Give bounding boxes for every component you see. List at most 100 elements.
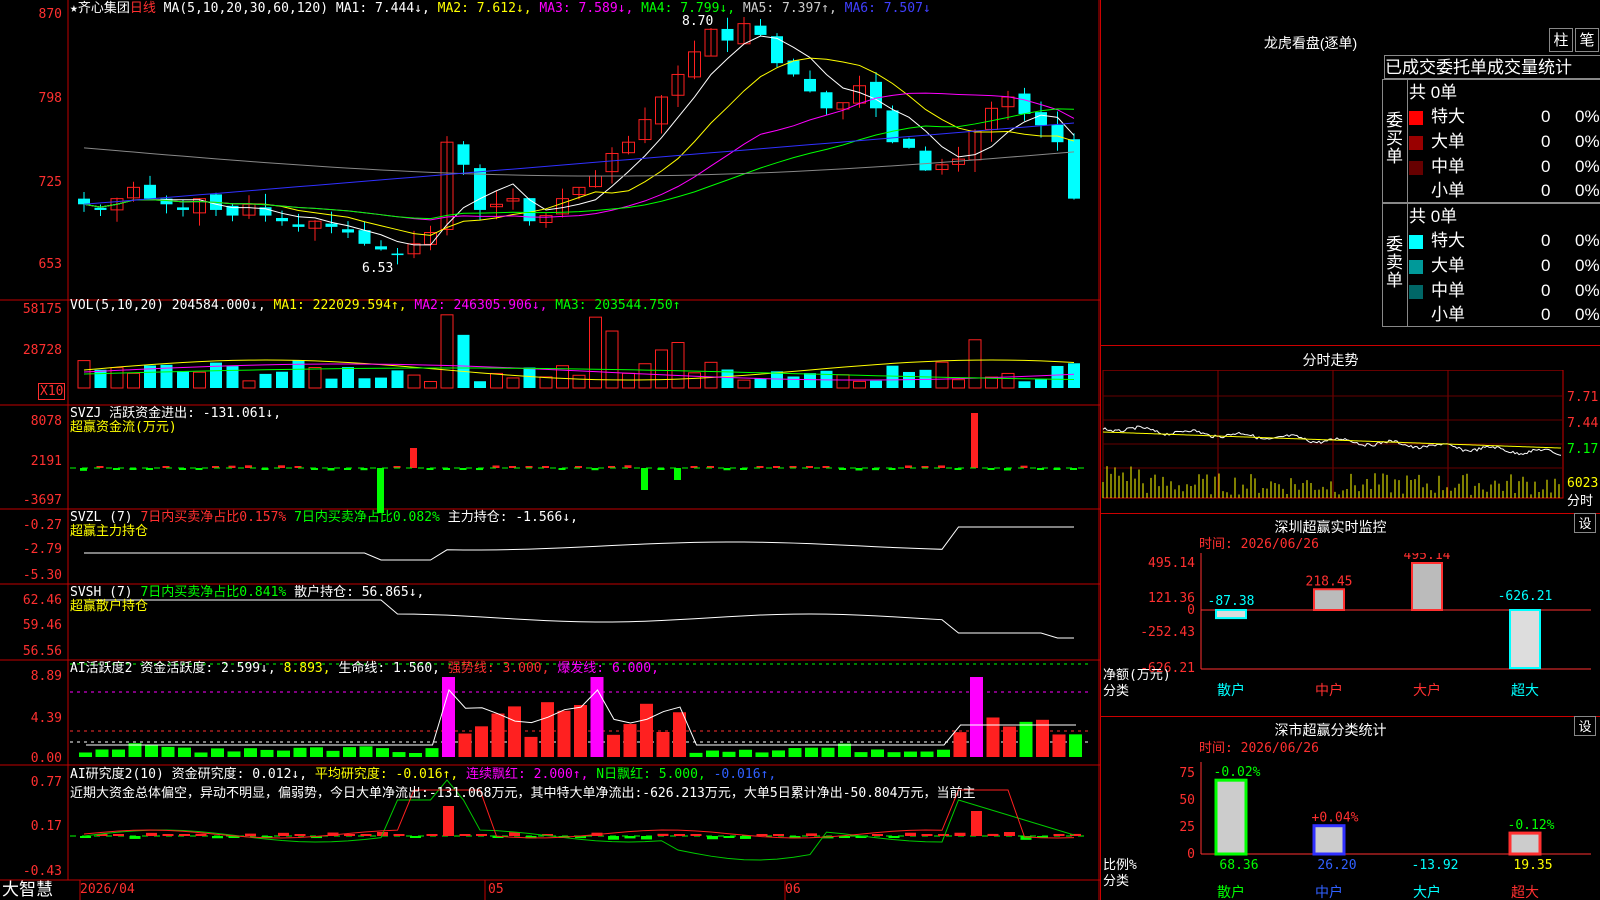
research-bar xyxy=(129,836,141,839)
activity-bar xyxy=(425,748,439,757)
candle-down xyxy=(820,92,833,109)
svzl-item3: 主力持仓: -1.566↓, xyxy=(447,510,578,525)
sz-tick-label: -252.43 xyxy=(1140,625,1195,640)
sz-settings-button[interactable]: 设 xyxy=(1574,513,1596,533)
main-header: ★齐心集团日线 MA(5,10,20,30,60,120) MA1: 7.444… xyxy=(70,1,931,16)
fs-price-line xyxy=(1102,425,1562,456)
row-name: 中单 xyxy=(1431,157,1465,176)
research-bar xyxy=(1004,832,1015,836)
activity-bar xyxy=(722,751,736,757)
activity-bar xyxy=(656,731,670,757)
candle-down xyxy=(919,150,932,171)
candle-down xyxy=(358,230,371,244)
brand-logo[interactable]: 大智慧 xyxy=(2,880,53,900)
row-name: 中单 xyxy=(1431,281,1465,300)
flow-bar xyxy=(327,468,335,471)
candle-down xyxy=(144,184,156,199)
candle-down xyxy=(292,224,305,227)
research-bar xyxy=(740,836,751,839)
vol-bar-up xyxy=(1001,372,1015,389)
period-label[interactable]: 日线 xyxy=(130,1,156,16)
research-bar xyxy=(162,834,174,836)
row-name: 小单 xyxy=(1431,305,1465,324)
sell-total: 共 0单 xyxy=(1409,207,1458,226)
candle-down xyxy=(1035,112,1047,126)
activity-bar xyxy=(574,705,587,757)
row-pct: 0% xyxy=(1575,256,1600,275)
main-chart-canvas[interactable] xyxy=(0,0,1100,900)
price-tick-653: 653 xyxy=(38,257,62,272)
svzj-subtitle: 超赢资金流(万元) xyxy=(70,420,177,435)
activity-bar xyxy=(689,752,703,757)
sc-bar-value: 68.36 xyxy=(1219,858,1258,873)
vol-bar-up xyxy=(688,372,701,389)
row-count: 0 xyxy=(1541,107,1551,126)
vol-bar-down xyxy=(1018,381,1031,388)
vol-bar-up xyxy=(539,376,553,389)
activity-bar xyxy=(953,732,967,757)
divider xyxy=(1101,716,1600,717)
vol-bar-up xyxy=(704,361,718,389)
sz-y-label: 净额(万元) xyxy=(1103,668,1171,683)
sell-row-s: 小单 0 0% xyxy=(1409,302,1600,327)
activity-bar xyxy=(343,747,356,757)
sc-settings-button[interactable]: 设 xyxy=(1574,716,1596,736)
activity-bar xyxy=(970,677,983,757)
vol-bar-down xyxy=(391,370,404,388)
flow-bar xyxy=(641,468,648,490)
activity-bar xyxy=(508,706,521,757)
svzl-item2: 7日内买卖净占比0.082% xyxy=(294,510,440,525)
sc-category: 中户 xyxy=(1315,884,1343,900)
color-swatch xyxy=(1409,234,1423,249)
lhb-title: 龙虎看盘(逐单) xyxy=(1263,35,1358,51)
vol-bar-up xyxy=(853,380,866,389)
ai2-tick-mid: 0.17 xyxy=(30,819,62,834)
buy-row-l: 大单 0 0% xyxy=(1409,129,1600,154)
sell-group-label-cell: 委卖单 xyxy=(1383,204,1408,326)
color-swatch xyxy=(1409,160,1423,175)
stock-name[interactable]: ★齐心集团 xyxy=(70,1,130,16)
research-bar xyxy=(344,834,355,836)
date-label-apr: 2026/04 xyxy=(80,882,135,897)
vol-bar-down xyxy=(1068,363,1080,388)
tab-tick[interactable]: 笔 xyxy=(1575,28,1599,52)
main-chart-area[interactable]: ★齐心集团日线 MA(5,10,20,30,60,120) MA1: 7.444… xyxy=(0,0,1100,900)
sc-bar-change: +0.04% xyxy=(1312,811,1359,826)
sc-title: 深市超赢分类统计 xyxy=(1274,722,1387,738)
research-bar xyxy=(443,806,454,836)
buy-group-label: 委买单 xyxy=(1386,111,1403,166)
activity-bar xyxy=(805,747,818,757)
research-bar xyxy=(195,833,207,836)
activity-bar xyxy=(557,710,571,757)
candle-down xyxy=(276,217,288,222)
intraday-chart[interactable] xyxy=(1101,370,1600,512)
vol-bar-down xyxy=(375,377,387,388)
research-bar xyxy=(245,833,256,836)
row-pct: 0% xyxy=(1575,231,1600,250)
tab-bar[interactable]: 柱 xyxy=(1549,28,1573,52)
sc-tick-label: 0 xyxy=(1187,847,1195,862)
vol-bar-down xyxy=(226,366,239,388)
research-bar xyxy=(294,834,306,836)
sz-bar-value: -626.21 xyxy=(1498,589,1553,604)
ai1-tick-bottom: 0.00 xyxy=(30,751,62,766)
ai2-tick-bottom: -0.43 xyxy=(22,864,62,879)
vol-bar-down xyxy=(754,378,767,388)
activity-bar xyxy=(590,677,604,757)
row-count: 0 xyxy=(1541,231,1551,250)
candle-down xyxy=(342,229,354,233)
activity-bar xyxy=(194,752,208,757)
ai2-tick-top: 0.77 xyxy=(30,775,62,790)
sell-group-label: 委卖单 xyxy=(1386,235,1403,290)
divider xyxy=(1101,513,1600,514)
row-count: 0 xyxy=(1541,132,1551,151)
vol-bar-up xyxy=(440,314,454,389)
row-count: 0 xyxy=(1541,305,1551,324)
vol-bar-down xyxy=(771,371,783,388)
sz-bar xyxy=(1509,609,1541,669)
vol-bar-down xyxy=(523,367,536,388)
svsh-line xyxy=(84,599,1074,639)
vol-bar-down xyxy=(177,370,189,388)
candle-down xyxy=(1068,139,1080,199)
fs-tick-2: 7.44 xyxy=(1567,416,1599,431)
